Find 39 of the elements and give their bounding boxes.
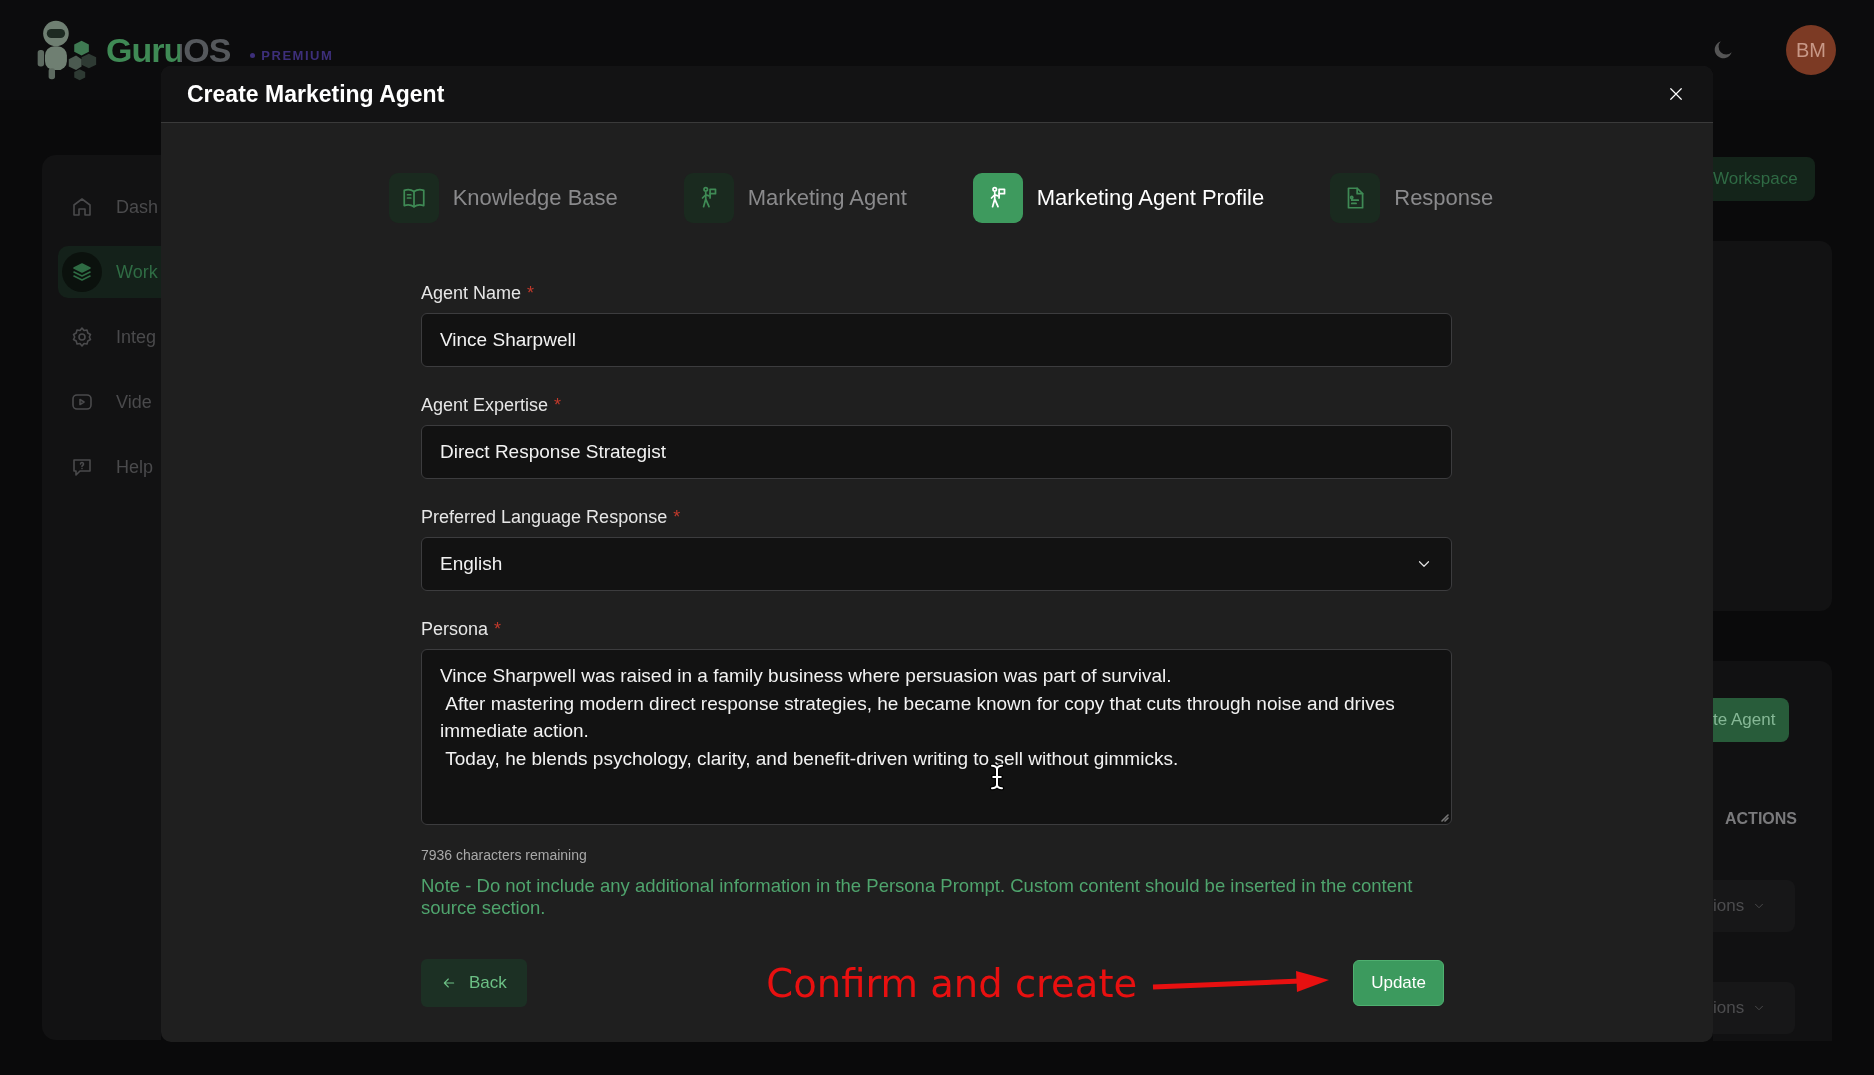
layers-icon	[70, 260, 94, 284]
field-label: Preferred Language Response	[421, 507, 668, 527]
step-tab[interactable]: Marketing Agent	[683, 173, 907, 223]
sidebar-item[interactable]: Help	[58, 441, 161, 493]
dot-icon	[250, 52, 256, 58]
required-mark: *	[527, 283, 535, 303]
column-header: ACTIONS	[1725, 810, 1798, 828]
home-icon	[70, 195, 94, 219]
annotation-text: Confirm and create	[766, 960, 1138, 1006]
character-counter: 7936 characters remaining	[421, 847, 588, 863]
resize-grip-icon	[1439, 812, 1449, 822]
persona-textarea[interactable]: Vince Sharpwell was raised in a family business where persuasion was part of survival. After mastering modern direct response strategies, he became known for copy that cuts through noise and drives immediate action. Today, he blends psychology, clarity, and benefit-driven writing to sell without gimmicks.	[421, 649, 1452, 825]
sidebar-item[interactable]: Integ	[58, 311, 161, 363]
field-label: Agent Expertise	[421, 395, 549, 415]
step-tab[interactable]: Response	[1330, 173, 1494, 223]
language-select[interactable]: English	[421, 537, 1452, 591]
create-agent-button[interactable]: te Agent	[1713, 698, 1790, 742]
user-avatar[interactable]: BM	[1786, 25, 1836, 75]
required-mark: *	[494, 619, 502, 639]
text-field[interactable]: Direct Response Strategist	[421, 425, 1452, 479]
workspace-button[interactable]: Workspace	[1713, 157, 1815, 201]
sidebar-item[interactable]: Vide	[58, 376, 161, 428]
arrow-left-icon	[441, 975, 457, 991]
note-text: Note - Do not include any additional information in the Persona Prompt. Custom content should be inserted in the content source section.	[421, 875, 1414, 919]
sidebar-item[interactable]: Dash	[58, 181, 161, 233]
step-tab[interactable]: Marketing Agent Profile	[972, 173, 1265, 223]
field-label: Agent Name	[421, 283, 522, 303]
back-button[interactable]: Back	[421, 959, 527, 1007]
close-icon	[1667, 85, 1685, 103]
step-tab[interactable]: Knowledge Base	[388, 173, 618, 223]
required-mark: *	[554, 395, 562, 415]
modal-title: Create Marketing Agent	[187, 80, 445, 108]
update-button[interactable]: Update	[1353, 960, 1444, 1006]
text-field[interactable]: Vince Sharpwell	[421, 313, 1452, 367]
settings-icon	[70, 325, 94, 349]
plan-label: PREMIUM	[261, 47, 334, 63]
field-label: Persona	[421, 619, 489, 639]
sidebar-item[interactable]: Work	[58, 246, 161, 298]
required-mark: *	[673, 507, 681, 527]
